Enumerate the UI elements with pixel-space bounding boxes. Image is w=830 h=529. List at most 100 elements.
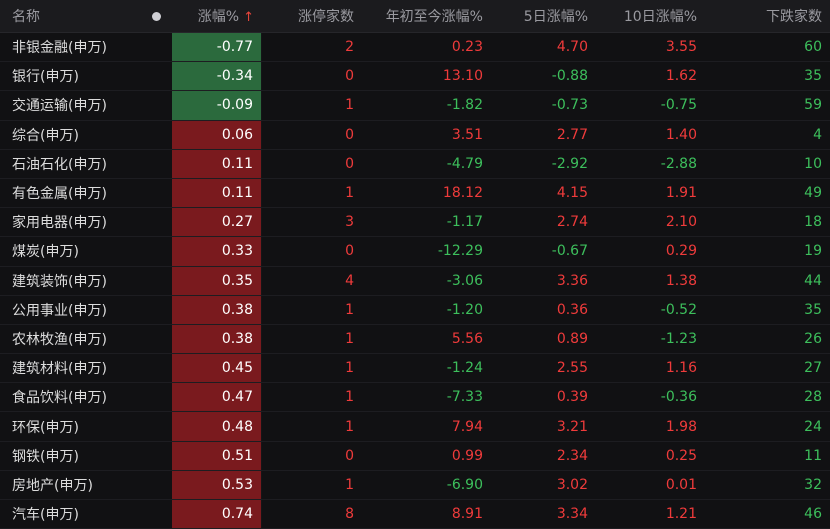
table-row[interactable]: 非银金融(申万) -0.77 2 0.23 4.70 3.55 60 bbox=[0, 33, 830, 63]
column-toggle[interactable] bbox=[140, 11, 172, 21]
change-percent: 0.48 bbox=[172, 412, 262, 441]
10d-change: 1.98 bbox=[665, 418, 697, 435]
change-percent: 0.11 bbox=[172, 178, 262, 208]
column-header-ytd[interactable]: 年初至今涨幅% bbox=[362, 6, 491, 26]
decliner-count: 11 bbox=[804, 447, 822, 464]
table-row[interactable]: 综合(申万) 0.06 0 3.51 2.77 1.40 4 bbox=[0, 120, 830, 150]
10d-change: -0.52 bbox=[660, 301, 697, 318]
decliner-count: 35 bbox=[804, 301, 822, 318]
change-percent: -0.77 bbox=[172, 33, 262, 62]
5d-change: 3.02 bbox=[556, 476, 588, 493]
table-row[interactable]: 煤炭(申万) 0.33 0 -12.29 -0.67 0.29 19 bbox=[0, 237, 830, 267]
sort-ascending-icon[interactable]: ↑ bbox=[243, 10, 254, 25]
5d-change: 2.74 bbox=[556, 214, 588, 231]
ytd-change: -1.17 bbox=[446, 214, 483, 231]
table-row[interactable]: 建筑材料(申万) 0.45 1 -1.24 2.55 1.16 27 bbox=[0, 354, 830, 384]
change-percent: 0.51 bbox=[172, 441, 262, 470]
column-header-change[interactable]: 涨幅% ↑ bbox=[172, 6, 262, 26]
ytd-change: 18.12 bbox=[442, 185, 483, 202]
sector-name: 建筑材料(申万) bbox=[12, 361, 107, 378]
10d-change: 3.55 bbox=[665, 39, 697, 56]
table-row[interactable]: 银行(申万) -0.34 0 13.10 -0.88 1.62 35 bbox=[0, 62, 830, 92]
sector-name: 煤炭(申万) bbox=[12, 244, 79, 261]
ytd-change: -1.82 bbox=[446, 97, 483, 114]
sector-name: 建筑装饰(申万) bbox=[12, 273, 107, 290]
limit-up-count: 0 bbox=[345, 155, 354, 172]
ytd-change: 7.94 bbox=[451, 418, 483, 435]
5d-change: -2.92 bbox=[551, 155, 588, 172]
column-header-name[interactable]: 名称 bbox=[0, 6, 140, 26]
table-row[interactable]: 钢铁(申万) 0.51 0 0.99 2.34 0.25 11 bbox=[0, 441, 830, 471]
table-row[interactable]: 食品饮料(申万) 0.47 1 -7.33 0.39 -0.36 28 bbox=[0, 383, 830, 413]
5d-change: 0.36 bbox=[556, 301, 588, 318]
change-percent: 0.45 bbox=[172, 354, 262, 383]
table-body: 非银金融(申万) -0.77 2 0.23 4.70 3.55 60 银行(申万) -0.34 0… bbox=[0, 33, 830, 529]
ytd-change: 3.51 bbox=[451, 126, 483, 143]
decliner-count: 18 bbox=[804, 214, 822, 231]
10d-change: -0.36 bbox=[660, 389, 697, 406]
10d-change: 0.29 bbox=[665, 243, 697, 260]
5d-change: -0.73 bbox=[551, 97, 588, 114]
sector-name: 石油石化(申万) bbox=[12, 156, 107, 173]
change-percent: 0.35 bbox=[172, 266, 262, 295]
5d-change: 0.89 bbox=[556, 330, 588, 347]
sector-name: 公用事业(申万) bbox=[12, 302, 107, 319]
sector-name: 房地产(申万) bbox=[12, 477, 93, 494]
table-row[interactable]: 农林牧渔(申万) 0.38 1 5.56 0.89 -1.23 26 bbox=[0, 324, 830, 355]
sector-name: 综合(申万) bbox=[12, 127, 79, 144]
limit-up-count: 8 bbox=[345, 506, 354, 523]
10d-change: 1.40 bbox=[665, 126, 697, 143]
limit-up-count: 0 bbox=[345, 126, 354, 143]
10d-change: 1.91 bbox=[665, 185, 697, 202]
table-row[interactable]: 房地产(申万) 0.53 1 -6.90 3.02 0.01 32 bbox=[0, 470, 830, 500]
dot-icon[interactable] bbox=[151, 11, 161, 21]
decliner-count: 32 bbox=[804, 476, 822, 493]
decliner-count: 24 bbox=[804, 418, 822, 435]
5d-change: 4.15 bbox=[556, 185, 588, 202]
decliner-count: 59 bbox=[804, 97, 822, 114]
table-row[interactable]: 环保(申万) 0.48 1 7.94 3.21 1.98 24 bbox=[0, 412, 830, 442]
decliner-count: 46 bbox=[804, 506, 822, 523]
sector-name: 银行(申万) bbox=[12, 69, 79, 86]
change-percent: 0.33 bbox=[172, 237, 262, 266]
limit-up-count: 1 bbox=[345, 301, 354, 318]
decliner-count: 19 bbox=[804, 243, 822, 260]
change-percent: 0.38 bbox=[172, 324, 262, 354]
ytd-change: 0.99 bbox=[451, 447, 483, 464]
limit-up-count: 1 bbox=[345, 476, 354, 493]
limit-up-count: 1 bbox=[345, 330, 354, 347]
column-header-10d[interactable]: 10日涨幅% bbox=[596, 6, 705, 26]
table-row[interactable]: 家用电器(申万) 0.27 3 -1.17 2.74 2.10 18 bbox=[0, 208, 830, 238]
ytd-change: -3.06 bbox=[446, 272, 483, 289]
5d-change: 2.34 bbox=[556, 447, 588, 464]
table-row[interactable]: 交通运输(申万) -0.09 1 -1.82 -0.73 -0.75 59 bbox=[0, 91, 830, 121]
table-row[interactable]: 有色金属(申万) 0.11 1 18.12 4.15 1.91 49 bbox=[0, 178, 830, 209]
ytd-change: 8.91 bbox=[451, 506, 483, 523]
decliner-count: 44 bbox=[804, 272, 822, 289]
limit-up-count: 0 bbox=[345, 68, 354, 85]
column-header-limit-up[interactable]: 涨停家数 bbox=[262, 6, 362, 26]
table-row[interactable]: 建筑装饰(申万) 0.35 4 -3.06 3.36 1.38 44 bbox=[0, 266, 830, 296]
sector-name: 交通运输(申万) bbox=[12, 98, 107, 115]
ytd-change: -1.24 bbox=[446, 360, 483, 377]
ytd-change: -7.33 bbox=[446, 389, 483, 406]
column-header-decliners[interactable]: 下跌家数 bbox=[705, 6, 830, 26]
5d-change: 3.21 bbox=[556, 418, 588, 435]
sector-name: 钢铁(申万) bbox=[12, 448, 79, 465]
table-row[interactable]: 石油石化(申万) 0.11 0 -4.79 -2.92 -2.88 10 bbox=[0, 149, 830, 179]
ytd-change: -6.90 bbox=[446, 476, 483, 493]
10d-change: -1.23 bbox=[660, 330, 697, 347]
decliner-count: 35 bbox=[804, 68, 822, 85]
table-row[interactable]: 公用事业(申万) 0.38 1 -1.20 0.36 -0.52 35 bbox=[0, 295, 830, 325]
change-percent: 0.53 bbox=[172, 470, 262, 499]
change-percent: 0.38 bbox=[172, 295, 262, 324]
decliner-count: 60 bbox=[804, 39, 822, 56]
5d-change: -0.88 bbox=[551, 68, 588, 85]
10d-change: 1.38 bbox=[665, 272, 697, 289]
10d-change: 0.01 bbox=[665, 476, 697, 493]
decliner-count: 26 bbox=[804, 330, 822, 347]
ytd-change: -12.29 bbox=[437, 243, 483, 260]
5d-change: 3.36 bbox=[556, 272, 588, 289]
column-header-5d[interactable]: 5日涨幅% bbox=[491, 6, 596, 26]
change-percent: 0.27 bbox=[172, 208, 262, 237]
